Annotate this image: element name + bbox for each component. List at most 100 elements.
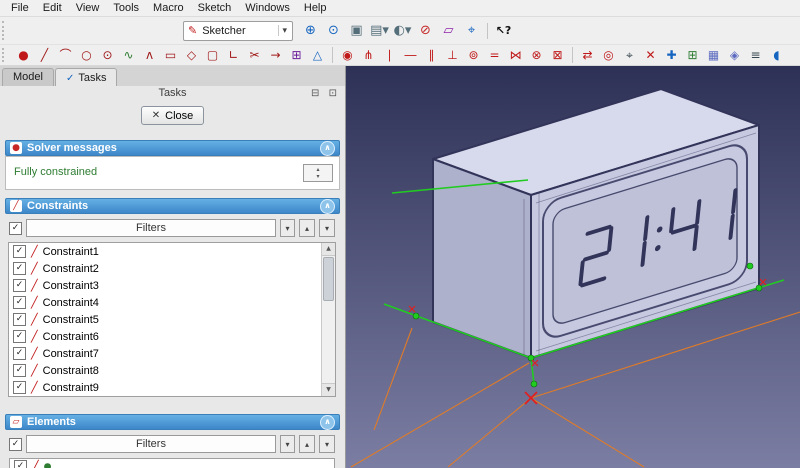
- filter-expand-button[interactable]: ▴: [299, 219, 315, 237]
- constrain-symmetric-icon[interactable]: ⋈: [506, 46, 525, 64]
- constraints-filter-combo[interactable]: Filters: [26, 219, 276, 237]
- filter-dropdown-button[interactable]: ▾: [280, 219, 295, 237]
- elements-filter-combo[interactable]: Filters: [26, 435, 276, 453]
- filter-settings-button[interactable]: ▾: [319, 219, 335, 237]
- menu-item[interactable]: Tools: [106, 1, 146, 15]
- scroll-down-button[interactable]: ▼: [322, 383, 335, 396]
- constraint-row[interactable]: ✓ ╱ Constraint8: [9, 362, 322, 379]
- filter-dropdown-button[interactable]: ▾: [280, 435, 295, 453]
- toggle-driving-constraint-icon[interactable]: ⇄: [578, 46, 597, 64]
- constraint-checkbox[interactable]: ✓: [13, 347, 26, 360]
- collapse-section-icon[interactable]: ∧: [320, 198, 335, 214]
- create-line-icon[interactable]: ╱: [35, 46, 54, 64]
- fit-all-icon[interactable]: ⊕: [300, 20, 321, 41]
- constraint-checkbox[interactable]: ✓: [13, 279, 26, 292]
- menu-item[interactable]: Windows: [238, 1, 297, 15]
- constraint-row[interactable]: ✓ ╱ Constraint9: [9, 379, 322, 396]
- view-sketch-icon[interactable]: ▱: [438, 20, 459, 41]
- constraint-row[interactable]: ✓ ╱ Constraint6: [9, 328, 322, 345]
- solver-messages-header[interactable]: ● Solver messages ∧: [5, 140, 340, 156]
- toolbar-handle[interactable]: [2, 21, 9, 40]
- 3d-scene[interactable]: 21:41: [346, 66, 800, 468]
- constraint-checkbox[interactable]: ✓: [13, 381, 26, 394]
- constraint-row[interactable]: ✓ ╱ Constraint5: [9, 311, 322, 328]
- element-checkbox[interactable]: ✓: [14, 460, 27, 468]
- create-polyline-icon[interactable]: ʌ: [140, 46, 159, 64]
- tab-tasks[interactable]: ✓ Tasks: [54, 68, 118, 87]
- elements-header[interactable]: ▱ Elements ∧: [5, 414, 340, 430]
- 3d-viewport[interactable]: 21:41: [346, 66, 800, 468]
- constrain-point-on-object-icon[interactable]: ⋔: [359, 46, 378, 64]
- collapse-section-icon[interactable]: ∧: [320, 414, 335, 430]
- toolbar-handle[interactable]: [2, 48, 9, 62]
- constraints-filter-checkbox[interactable]: ✓: [9, 221, 22, 235]
- constrain-coincident-icon[interactable]: ◉: [338, 46, 357, 64]
- draw-style-icon[interactable]: ◐▾: [392, 20, 413, 41]
- constraint-row[interactable]: ✓ ╱ Constraint7: [9, 345, 322, 362]
- constraint-checkbox[interactable]: ✓: [13, 296, 26, 309]
- tab-model[interactable]: Model: [2, 68, 54, 86]
- filter-settings-button[interactable]: ▾: [319, 435, 335, 453]
- create-slot-icon[interactable]: ▢: [203, 46, 222, 64]
- dock-panel-icon[interactable]: ⊟: [311, 88, 322, 99]
- constrain-parallel-icon[interactable]: ∥: [422, 46, 441, 64]
- constrain-horizontal-icon[interactable]: ―: [401, 46, 420, 64]
- create-conic-icon[interactable]: ⊙: [98, 46, 117, 64]
- extend-edge-icon[interactable]: →: [266, 46, 285, 64]
- menu-item[interactable]: Macro: [146, 1, 191, 15]
- constraint-checkbox[interactable]: ✓: [13, 364, 26, 377]
- menu-item[interactable]: Help: [297, 1, 334, 15]
- remove-axes-alignment-icon[interactable]: ✕: [641, 46, 660, 64]
- grid-toggle-icon[interactable]: ▦: [704, 46, 723, 64]
- spin-down-icon[interactable]: ▾: [316, 173, 319, 180]
- zoom-measure-icon[interactable]: ⌖: [461, 20, 482, 41]
- external-geometry-icon[interactable]: ⊞: [287, 46, 306, 64]
- constrain-perpendicular-icon[interactable]: ⊥: [443, 46, 462, 64]
- constraint-row[interactable]: ✓ ╱ Constraint4: [9, 294, 322, 311]
- constrain-tangent-icon[interactable]: ⊚: [464, 46, 483, 64]
- view-select-icon[interactable]: ▤▾: [369, 20, 390, 41]
- element-row[interactable]: ✓ ╱ ●: [9, 458, 335, 468]
- constraint-row[interactable]: ✓ ╱ Constraint2: [9, 260, 322, 277]
- menu-item[interactable]: File: [4, 1, 36, 15]
- constrain-equal-icon[interactable]: =: [485, 46, 504, 64]
- fit-selection-icon[interactable]: ⊙: [323, 20, 344, 41]
- stop-operation-icon[interactable]: ⊘: [415, 20, 436, 41]
- whats-this-icon[interactable]: ↖?: [493, 20, 514, 41]
- constraint-row[interactable]: ✓ ╱ Constraint3: [9, 277, 322, 294]
- menu-item[interactable]: View: [69, 1, 107, 15]
- solver-spinbox[interactable]: ▴ ▾: [303, 164, 333, 182]
- create-arc-icon[interactable]: ⌒: [56, 46, 75, 64]
- activate-constraint-icon[interactable]: ◎: [599, 46, 618, 64]
- menu-item[interactable]: Edit: [36, 1, 69, 15]
- axonometric-view-icon[interactable]: ▣: [346, 20, 367, 41]
- create-rectangle-icon[interactable]: ▭: [161, 46, 180, 64]
- snap-toggle-icon[interactable]: ◈: [725, 46, 744, 64]
- trim-edge-icon[interactable]: ✂: [245, 46, 264, 64]
- collapse-section-icon[interactable]: ∧: [320, 140, 335, 156]
- menu-item[interactable]: Sketch: [191, 1, 239, 15]
- float-panel-icon[interactable]: ⊡: [329, 88, 340, 99]
- constraint-checkbox[interactable]: ✓: [13, 262, 26, 275]
- create-polygon-icon[interactable]: ◇: [182, 46, 201, 64]
- clock-model[interactable]: [432, 88, 760, 359]
- scroll-up-button[interactable]: ▲: [322, 243, 335, 256]
- create-fillet-icon[interactable]: ∟: [224, 46, 243, 64]
- filter-expand-button[interactable]: ▴: [299, 435, 315, 453]
- virtual-space-icon[interactable]: ◖: [767, 46, 786, 64]
- constraint-checkbox[interactable]: ✓: [13, 330, 26, 343]
- copy-geometry-icon[interactable]: ⊞: [683, 46, 702, 64]
- workbench-selector[interactable]: ✎ Sketcher ▾: [183, 20, 293, 41]
- constraints-header[interactable]: ╱ Constraints ∧: [5, 198, 340, 214]
- constraint-row[interactable]: ✓ ╱ Constraint1: [9, 243, 322, 260]
- close-button[interactable]: ✕ Close: [140, 106, 205, 125]
- constrain-vertical-icon[interactable]: ∣: [380, 46, 399, 64]
- construction-mode-icon[interactable]: △: [308, 46, 327, 64]
- scrollbar-thumb[interactable]: [323, 257, 334, 301]
- create-bspline-icon[interactable]: ∿: [119, 46, 138, 64]
- elements-filter-checkbox[interactable]: ✓: [9, 437, 22, 451]
- constraint-checkbox[interactable]: ✓: [13, 313, 26, 326]
- constraint-checkbox[interactable]: ✓: [13, 245, 26, 258]
- create-point-icon[interactable]: ●: [14, 46, 33, 64]
- constrain-block-icon[interactable]: ⊗: [527, 46, 546, 64]
